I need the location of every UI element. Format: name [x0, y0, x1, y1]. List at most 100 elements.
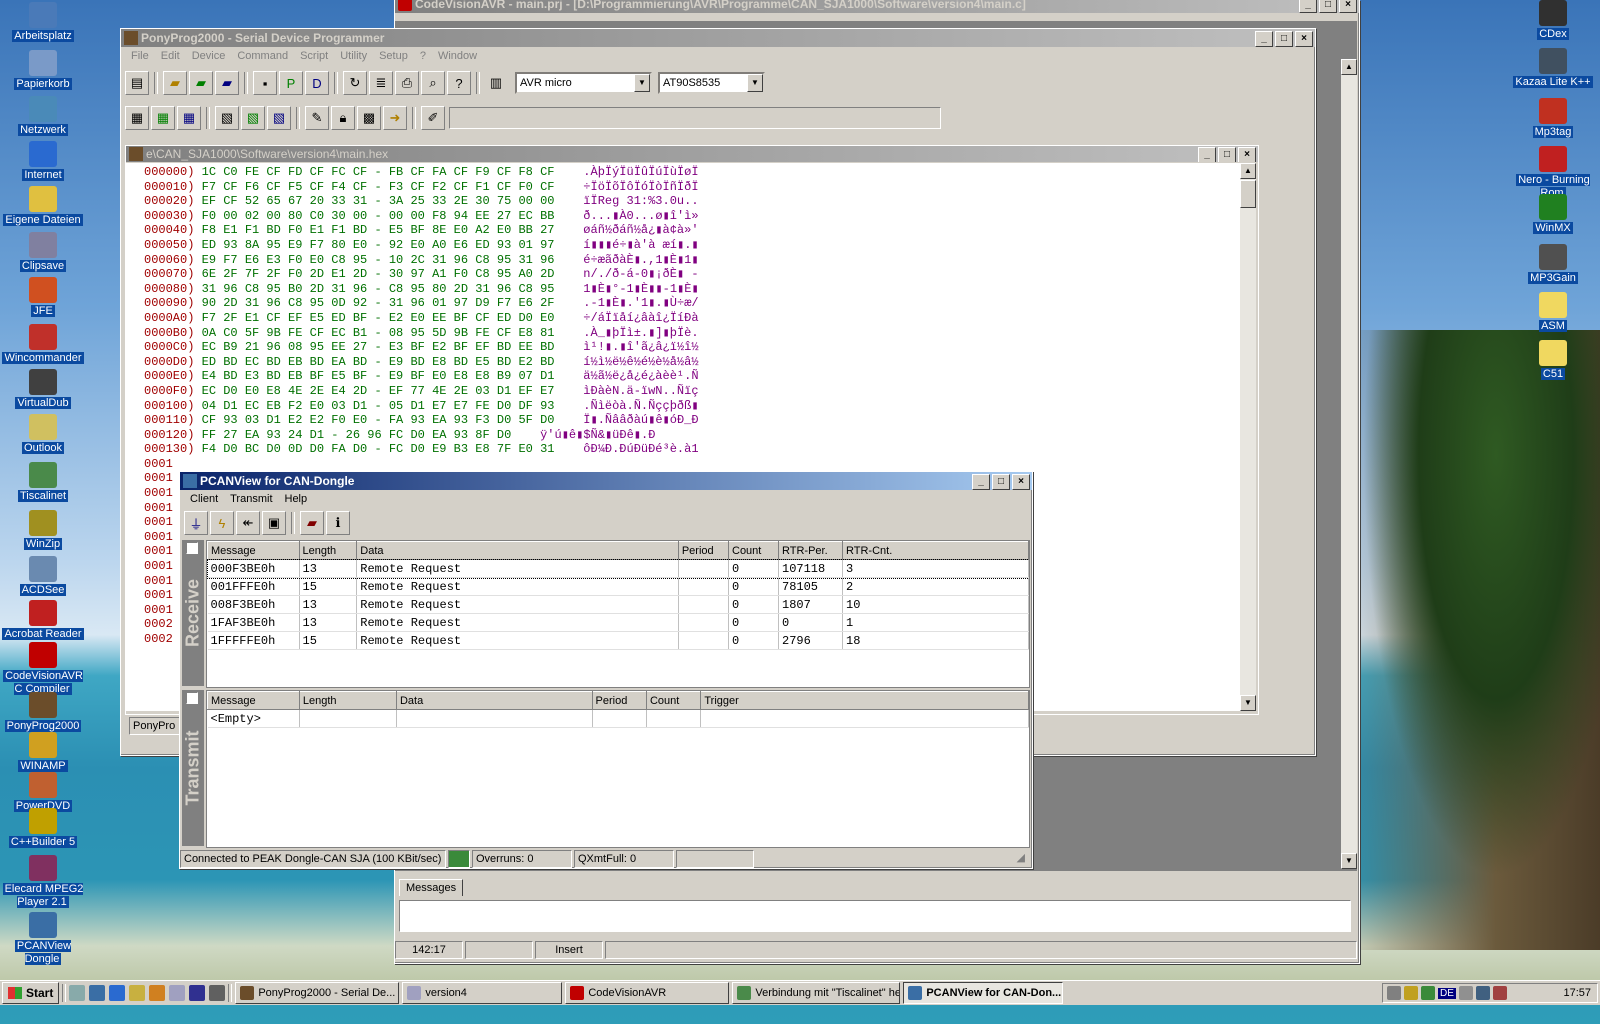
read-data-icon[interactable]: ▦ [177, 106, 201, 130]
menu-item[interactable]: Transmit [224, 490, 278, 509]
column-header[interactable]: Trigger [700, 691, 1029, 710]
desktop-icon[interactable]: CodeVisionAVR C Compiler [0, 642, 86, 696]
pcanview-titlebar[interactable]: PCANView for CAN-Dongle _ □ × [180, 472, 1032, 490]
info-icon[interactable]: ℹ [326, 511, 350, 535]
search-icon[interactable] [169, 985, 186, 1001]
receive-select-all-box[interactable] [186, 542, 198, 554]
column-header[interactable]: Length [298, 541, 358, 560]
column-header[interactable]: Message [207, 541, 300, 560]
taskbar-button[interactable]: PCANView for CAN-Don... [903, 982, 1064, 1004]
taskbar-button[interactable]: Verbindung mit "Tiscalinet" he... [732, 982, 901, 1004]
new-icon[interactable]: ▤ [125, 71, 149, 95]
column-header[interactable]: RTR-Cnt. [842, 541, 1029, 560]
transmit-select-all-box[interactable] [186, 692, 198, 704]
maximize-button[interactable]: □ [1319, 0, 1337, 13]
column-header[interactable]: Period [677, 541, 730, 560]
desktop-icon[interactable]: C++Builder 5 [0, 808, 86, 849]
desktop-icon[interactable]: Arbeitsplatz [0, 2, 86, 43]
desktop-icon[interactable]: WinMX [1510, 194, 1596, 235]
table-row[interactable]: 008F3BE0h 13 Remote Request 0 1807 10 [207, 595, 1029, 614]
resize-grip-icon[interactable]: ◢ [756, 850, 1028, 866]
write-program-icon[interactable]: ▧ [241, 106, 265, 130]
scroll-thumb[interactable] [1240, 180, 1256, 208]
show-desktop-icon[interactable] [69, 985, 86, 1001]
desktop-icon[interactable]: Internet [0, 141, 86, 182]
language-indicator[interactable]: DE [1438, 987, 1456, 999]
menu-item[interactable]: Help [279, 490, 314, 509]
menu-item[interactable]: Client [184, 490, 224, 509]
reload-icon[interactable]: ↻ [343, 71, 367, 95]
table-row[interactable]: 000F3BE0h 13 Remote Request 0 107118 3 [207, 558, 1029, 579]
desktop-icon[interactable]: CDex [1510, 0, 1596, 41]
winzip-icon[interactable] [209, 985, 226, 1001]
menu-item[interactable]: Window [432, 47, 483, 66]
hex-child-titlebar[interactable]: e\CAN_SJA1000\Software\version4\main.hex… [126, 146, 1258, 162]
table-row[interactable]: 1FFFFFE0h 15 Remote Request 0 2796 18 [207, 631, 1029, 650]
close-button[interactable]: × [1339, 0, 1357, 13]
desktop-icon[interactable]: Eigene Dateien [0, 186, 86, 227]
menu-item[interactable]: Setup [373, 47, 414, 66]
menu-item[interactable]: File [125, 47, 155, 66]
column-header[interactable]: RTR-Per. [778, 541, 843, 560]
desktop-icon[interactable]: MP3Gain [1510, 244, 1596, 285]
book-icon[interactable]: ▰ [300, 511, 324, 535]
codevision-scrollbar[interactable]: ▲ ▼ [1341, 59, 1357, 869]
desktop-icon[interactable]: Tiscalinet [0, 462, 86, 503]
read-all-icon[interactable]: ▦ [125, 106, 149, 130]
desktop-icon[interactable]: Nero - Burning Rom [1510, 146, 1596, 200]
column-header[interactable]: Length [298, 691, 397, 710]
reset-icon[interactable]: ↞ [236, 511, 260, 535]
edit-buffer-icon[interactable]: ≣ [369, 71, 393, 95]
connection-icon[interactable] [1492, 986, 1507, 1000]
zoom-icon[interactable]: ⌕ [421, 71, 445, 95]
table-row[interactable]: <Empty> [207, 709, 1029, 728]
column-header[interactable]: Message [207, 691, 300, 710]
desktop-icon[interactable]: Netzwerk [0, 96, 86, 137]
desktop-icon[interactable]: Acrobat Reader [0, 600, 86, 641]
desktop-icon[interactable]: Outlook [0, 414, 86, 455]
messages-tab[interactable]: Messages [399, 879, 464, 896]
start-button[interactable]: Start [2, 982, 60, 1004]
open-data-icon[interactable]: ▰ [215, 71, 239, 95]
flash-icon[interactable]: ϟ [210, 511, 234, 535]
menu-item[interactable]: Device [186, 47, 232, 66]
printer-icon[interactable] [1458, 986, 1473, 1000]
program-icon[interactable]: ➜ [383, 106, 407, 130]
transmit-list[interactable]: Message Length Data Period Count Trigger <Emp… [206, 690, 1030, 848]
device-select[interactable]: AT90S8535 ▼ [658, 72, 765, 94]
table-row[interactable]: 1FAF3BE0h 13 Remote Request 0 0 1 [207, 613, 1029, 632]
network-icon[interactable] [1421, 986, 1435, 1000]
desktop-icon[interactable]: Elecard MPEG2 Player 2.1 [0, 855, 86, 909]
desktop-icon[interactable]: Clipsave [0, 232, 86, 273]
desktop-icon[interactable]: Papierkorb [0, 50, 86, 91]
menu-item[interactable]: Script [294, 47, 334, 66]
outlook-express-icon[interactable] [129, 985, 146, 1001]
scroll-down-button[interactable]: ▼ [1341, 853, 1357, 869]
internet-explorer-icon[interactable] [109, 985, 126, 1001]
scroll-up-button[interactable]: ▲ [1240, 163, 1256, 179]
menu-item[interactable]: Command [231, 47, 294, 66]
device-family-select[interactable]: AVR micro ▼ [515, 72, 652, 94]
filter-icon[interactable]: ▣ [262, 511, 286, 535]
receive-list[interactable]: Message Length Data Period Count RTR-Per. RTR-… [206, 540, 1030, 688]
close-button[interactable]: × [1295, 31, 1313, 47]
column-header[interactable]: Data [356, 541, 679, 560]
column-header[interactable]: Count [728, 541, 779, 560]
desktop-icon[interactable]: PCANView Dongle [0, 912, 86, 966]
maximize-button[interactable]: □ [1218, 147, 1236, 162]
menu-item[interactable]: Edit [155, 47, 186, 66]
outlook-icon[interactable] [89, 985, 106, 1001]
desktop-icon[interactable]: VirtualDub [0, 369, 86, 410]
taskbar-button[interactable]: CodeVisionAVR [565, 982, 730, 1004]
taskbar-button[interactable]: version4 [402, 982, 563, 1004]
open-icon[interactable]: ▰ [163, 71, 187, 95]
maximize-button[interactable]: □ [1275, 31, 1293, 47]
desktop-icon[interactable]: WINAMP [0, 732, 86, 773]
desktop-icon[interactable]: C51 [1510, 340, 1596, 381]
disk-icon[interactable] [189, 985, 206, 1001]
write-all-icon[interactable]: ▧ [215, 106, 239, 130]
read-program-icon[interactable]: ▦ [151, 106, 175, 130]
scroll-down-button[interactable]: ▼ [1240, 695, 1256, 711]
chevron-down-icon[interactable]: ▼ [634, 74, 650, 92]
help-icon[interactable]: ? [447, 71, 471, 95]
